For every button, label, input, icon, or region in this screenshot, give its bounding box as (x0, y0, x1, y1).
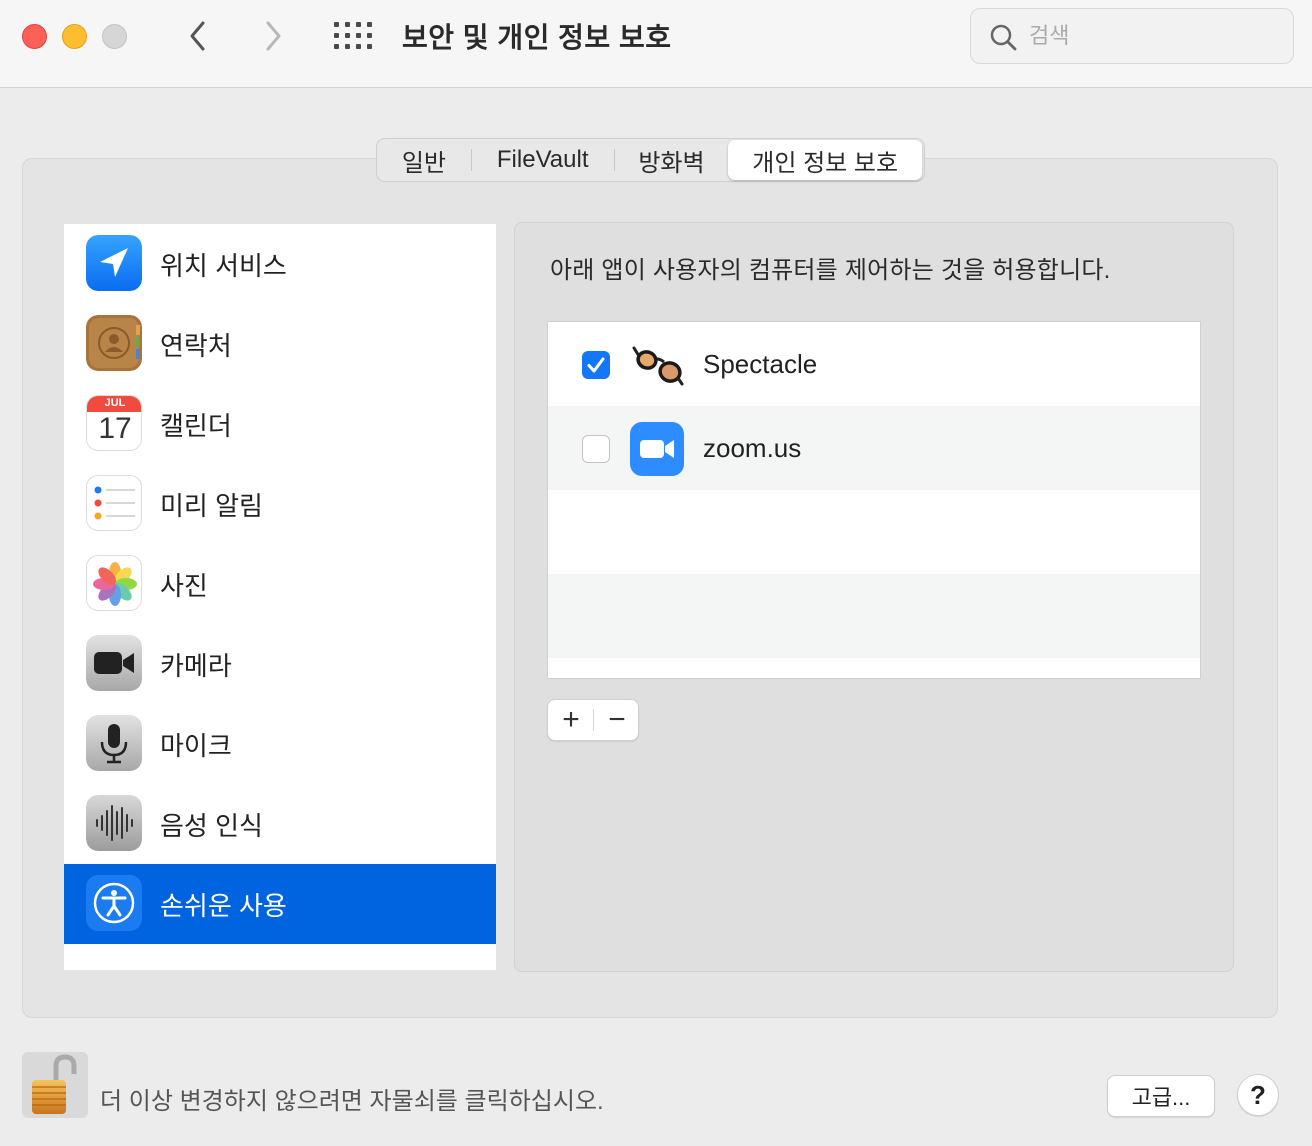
location-arrow-icon (86, 235, 142, 291)
show-all-grid-button[interactable] (334, 22, 372, 50)
category-label: 카메라 (160, 651, 232, 681)
category-microphone[interactable]: 마이크 (64, 704, 496, 784)
allowed-apps-table[interactable]: Spectacle zoom.us (547, 321, 1201, 679)
category-label: 사진 (160, 571, 208, 601)
speech-recognition-icon (86, 795, 142, 851)
category-speech-recognition[interactable]: 음성 인식 (64, 784, 496, 864)
category-calendar[interactable]: JUL 17 캘린더 (64, 384, 496, 464)
app-checkbox-unchecked[interactable] (582, 435, 610, 463)
search-field[interactable] (970, 8, 1294, 64)
privacy-category-list[interactable]: 위치 서비스 연락처 JUL 17 캘린더 미리 알림 사진 카메라 마이크 음… (64, 224, 496, 970)
zoom-camera-icon (630, 422, 684, 476)
category-label: 미리 알림 (160, 491, 263, 521)
tab-filevault[interactable]: FileVault (472, 140, 614, 180)
category-label: 손쉬운 사용 (160, 891, 287, 921)
photos-icon (86, 555, 142, 611)
category-label: 음성 인식 (160, 811, 263, 841)
empty-row (548, 490, 1200, 574)
search-input[interactable] (1029, 19, 1279, 53)
search-icon (990, 24, 1017, 51)
reminders-icon (86, 475, 142, 531)
category-contacts[interactable]: 연락처 (64, 304, 496, 384)
advanced-button[interactable]: 고급... (1107, 1075, 1215, 1117)
camera-icon (86, 635, 142, 691)
chevron-right-icon (266, 21, 281, 51)
microphone-icon (86, 715, 142, 771)
title-bar: 보안 및 개인 정보 보호 (0, 0, 1312, 88)
tab-general[interactable]: 일반 (377, 140, 471, 180)
lock-button[interactable] (22, 1052, 88, 1118)
tab-privacy[interactable]: 개인 정보 보호 (728, 140, 922, 180)
help-button[interactable]: ? (1237, 1074, 1279, 1116)
lock-hint-text: 더 이상 변경하지 않으려면 자물쇠를 클릭하십시오. (100, 1088, 604, 1115)
tab-bar: 일반 FileVault 방화벽 개인 정보 보호 (376, 138, 925, 182)
app-checkbox-checked[interactable] (582, 351, 610, 379)
app-name: Spectacle (703, 349, 818, 379)
minimize-window-button[interactable] (62, 24, 87, 49)
empty-row (548, 574, 1200, 658)
category-label: 연락처 (160, 331, 232, 361)
chevron-left-icon (190, 21, 205, 51)
add-app-button[interactable]: + (548, 700, 594, 740)
category-reminders[interactable]: 미리 알림 (64, 464, 496, 544)
accessibility-icon (86, 875, 142, 931)
zoom-window-button[interactable] (102, 24, 127, 49)
remove-app-button[interactable]: − (594, 700, 640, 740)
category-label: 마이크 (160, 731, 232, 761)
contacts-icon (86, 315, 142, 371)
close-window-button[interactable] (22, 24, 47, 49)
app-row[interactable]: zoom.us (548, 406, 1200, 490)
category-location-services[interactable]: 위치 서비스 (64, 224, 496, 304)
panel-description: 아래 앱이 사용자의 컴퓨터를 제어하는 것을 허용합니다. (550, 257, 1111, 284)
app-name: zoom.us (703, 433, 802, 463)
calendar-icon: JUL 17 (86, 395, 142, 451)
spectacle-glasses-icon (632, 346, 684, 386)
calendar-day: 17 (98, 412, 132, 445)
category-photos[interactable]: 사진 (64, 544, 496, 624)
category-accessibility[interactable]: 손쉬운 사용 (64, 864, 496, 944)
back-button[interactable] (183, 20, 213, 52)
unlocked-padlock-icon (22, 1052, 88, 1118)
calendar-month: JUL (104, 397, 126, 409)
app-row[interactable]: Spectacle (548, 322, 1200, 406)
add-remove-control: + − (547, 699, 639, 741)
window-title: 보안 및 개인 정보 보호 (402, 22, 672, 53)
category-label: 위치 서비스 (160, 251, 287, 281)
category-label: 캘린더 (160, 411, 232, 441)
checkmark-icon (587, 357, 605, 373)
tab-firewall[interactable]: 방화벽 (615, 140, 729, 180)
category-camera[interactable]: 카메라 (64, 624, 496, 704)
forward-button[interactable] (258, 20, 288, 52)
